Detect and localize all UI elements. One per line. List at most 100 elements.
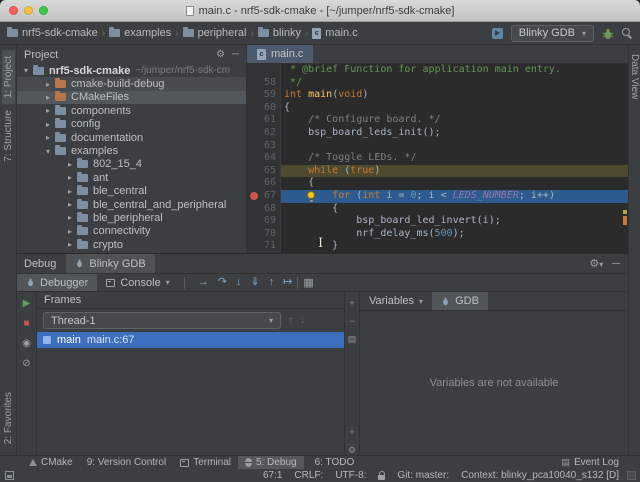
- status-item[interactable]: Context: blinky_pca10040_s132 [D]: [461, 470, 619, 481]
- code-line[interactable]: 60{: [247, 102, 628, 115]
- project-tree-item-cmake-build-debug[interactable]: ▸cmake-build-debug: [17, 77, 246, 90]
- tree-expand-icon[interactable]: ▸: [65, 187, 75, 196]
- run-to-cursor-icon[interactable]: ↦: [283, 277, 292, 288]
- tree-expand-icon[interactable]: ▸: [65, 227, 75, 236]
- breakpoint-icon[interactable]: [250, 192, 258, 200]
- code-line[interactable]: 63: [247, 140, 628, 153]
- resume-button[interactable]: ▶: [23, 299, 31, 309]
- thread-select[interactable]: Thread-1 ▾: [43, 312, 281, 329]
- force-step-into-icon[interactable]: ⇓: [250, 277, 259, 288]
- step-over-icon[interactable]: ↷: [218, 277, 227, 288]
- mute-breakpoints-button[interactable]: ⊘: [22, 359, 30, 369]
- next-frame-icon[interactable]: ↓: [300, 315, 305, 326]
- tree-expand-icon[interactable]: ▸: [43, 133, 53, 142]
- step-into-icon[interactable]: ↓: [236, 277, 242, 288]
- status-item[interactable]: Git: master:: [397, 470, 449, 481]
- code-line[interactable]: 68 {: [247, 203, 628, 216]
- project-tree-item-components[interactable]: ▸components: [17, 104, 246, 117]
- tool-stripe-button-1-project[interactable]: 1: Project: [2, 50, 15, 104]
- minus-icon[interactable]: −: [349, 317, 354, 326]
- tool-stripe-button-data-view[interactable]: Data View: [629, 50, 640, 103]
- minimize-window-button[interactable]: [24, 6, 33, 15]
- breadcrumb-item-peripheral[interactable]: peripheral: [183, 27, 247, 39]
- tab-variables[interactable]: Variables ▾: [360, 292, 432, 310]
- code-line[interactable]: 58 */: [247, 77, 628, 90]
- code-line[interactable]: 66 {: [247, 177, 628, 190]
- breadcrumb-item-nrf5-sdk-cmake[interactable]: nrf5-sdk-cmake: [7, 27, 98, 39]
- show-execution-point-icon[interactable]: →: [198, 277, 209, 288]
- scrollbar-stripe-mark[interactable]: [623, 216, 627, 225]
- tree-expand-icon[interactable]: ▸: [65, 240, 75, 249]
- project-tree-item-ble-central-and-peripheral[interactable]: ▸ble_central_and_peripheral: [17, 198, 246, 211]
- intention-bulb-icon[interactable]: [307, 191, 315, 199]
- code-line[interactable]: 59int main(void): [247, 89, 628, 102]
- tool-window-button-cmake[interactable]: CMake: [22, 456, 80, 469]
- debug-settings-gear-icon[interactable]: ⚙▾: [589, 257, 603, 270]
- gear-icon[interactable]: ⚙: [348, 446, 356, 455]
- zoom-window-button[interactable]: [39, 6, 48, 15]
- breadcrumb-item-examples[interactable]: examples: [109, 27, 171, 39]
- previous-frame-icon[interactable]: ↑: [288, 315, 293, 326]
- tool-window-button-event-log[interactable]: ▤Event Log: [554, 457, 626, 468]
- close-window-button[interactable]: [9, 6, 18, 15]
- tree-expand-icon[interactable]: ▸: [43, 93, 53, 102]
- run-configuration-select[interactable]: Blinky GDB ▾: [511, 25, 594, 42]
- search-icon[interactable]: [622, 28, 633, 39]
- debug-button[interactable]: [602, 27, 614, 39]
- tab-gdb[interactable]: GDB: [432, 292, 488, 310]
- stack-frame-item[interactable]: mainmain.c:67: [37, 332, 344, 348]
- project-tree-item-802-15-4[interactable]: ▸802_15_4: [17, 158, 246, 171]
- plus-green-icon[interactable]: +: [349, 428, 354, 437]
- tree-expand-icon[interactable]: ▸: [43, 106, 53, 115]
- tool-stripe-button-2-favorites[interactable]: 2: Favorites: [2, 386, 15, 450]
- code-line[interactable]: 62 bsp_board_leds_init();: [247, 127, 628, 140]
- lock-icon[interactable]: [378, 475, 385, 480]
- status-item[interactable]: UTF-8:: [335, 470, 366, 481]
- tree-expand-icon[interactable]: ▸: [65, 200, 75, 209]
- editor-tab-main-c[interactable]: main.c: [247, 45, 313, 63]
- debug-session-tab[interactable]: Blinky GDB: [66, 254, 154, 273]
- step-out-icon[interactable]: ↑: [269, 277, 275, 288]
- list-icon[interactable]: ▤: [348, 335, 357, 344]
- status-item[interactable]: CRLF:: [294, 470, 323, 481]
- code-line[interactable]: * @brief Function for application main e…: [247, 64, 628, 77]
- project-tree-item-ant[interactable]: ▸ant: [17, 171, 246, 184]
- project-tree-item-documentation[interactable]: ▸documentation: [17, 131, 246, 144]
- hide-panel-icon[interactable]: ─: [232, 49, 239, 60]
- tool-window-button-terminal[interactable]: Terminal: [173, 456, 238, 469]
- plus-icon[interactable]: +: [349, 299, 354, 308]
- code-line[interactable]: 65 while (true): [247, 165, 628, 178]
- status-item[interactable]: 67:1: [263, 470, 282, 481]
- tool-window-button-5-debug[interactable]: 5: Debug: [238, 456, 304, 469]
- tree-expand-icon[interactable]: ▸: [65, 173, 75, 182]
- code-editor[interactable]: * @brief Function for application main e…: [247, 64, 628, 253]
- view-breakpoints-button[interactable]: ◉: [22, 339, 31, 349]
- project-tree-item-nrf5-sdk-cmake[interactable]: ▾nrf5-sdk-cmake~/jumper/nrf5-sdk-cm: [17, 64, 246, 77]
- project-tree-item-examples[interactable]: ▾examples: [17, 144, 246, 157]
- project-tree-item-ble-peripheral[interactable]: ▸ble_peripheral: [17, 211, 246, 224]
- settings-gear-icon[interactable]: ⚙: [216, 49, 225, 60]
- code-line[interactable]: 69 bsp_board_led_invert(i);: [247, 215, 628, 228]
- project-tree-item-cmakefiles[interactable]: ▸CMakeFiles: [17, 91, 246, 104]
- stop-button[interactable]: ■: [23, 319, 29, 329]
- tool-window-button-9-version-control[interactable]: 9: Version Control: [80, 456, 174, 469]
- toggle-tool-buttons-icon[interactable]: [5, 471, 14, 480]
- hide-debug-panel-icon[interactable]: ─: [612, 258, 620, 270]
- tree-collapse-icon[interactable]: ▾: [21, 66, 31, 75]
- code-line[interactable]: 71 }: [247, 240, 628, 253]
- code-line[interactable]: 70 nrf_delay_ms(500);: [247, 228, 628, 241]
- project-tree-item-crypto[interactable]: ▸crypto: [17, 238, 246, 251]
- project-tree-item-ble-central[interactable]: ▸ble_central: [17, 185, 246, 198]
- tool-stripe-button-7-structure[interactable]: 7: Structure: [2, 104, 15, 168]
- restore-layout-icon[interactable]: ▦: [303, 276, 313, 289]
- project-tree-item-connectivity[interactable]: ▸connectivity: [17, 225, 246, 238]
- tree-collapse-icon[interactable]: ▾: [43, 147, 53, 156]
- tree-expand-icon[interactable]: ▸: [65, 160, 75, 169]
- tree-expand-icon[interactable]: ▸: [43, 80, 53, 89]
- tab-debugger[interactable]: Debugger: [17, 274, 97, 291]
- code-line[interactable]: 64 /* Toggle LEDs. */: [247, 152, 628, 165]
- warning-stripe-mark[interactable]: [623, 210, 627, 214]
- tool-window-button-6-todo[interactable]: 6: TODO: [304, 456, 362, 469]
- code-line[interactable]: 61 /* Configure board. */: [247, 114, 628, 127]
- project-tree-item-config[interactable]: ▸config: [17, 118, 246, 131]
